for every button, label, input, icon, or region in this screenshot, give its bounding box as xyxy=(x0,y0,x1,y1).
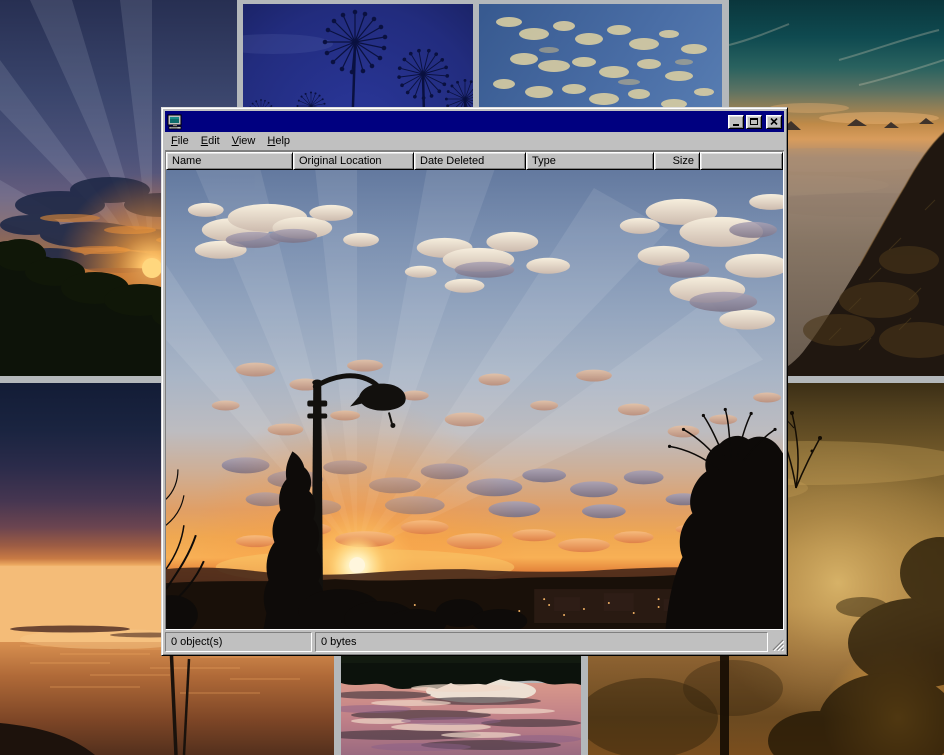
column-header-type[interactable]: Type xyxy=(526,152,654,170)
menu-view[interactable]: View xyxy=(226,133,262,150)
list-view-content[interactable] xyxy=(166,170,783,629)
column-header-name[interactable]: Name xyxy=(166,152,293,170)
status-object-count: 0 object(s) xyxy=(165,632,312,652)
status-bar: 0 object(s) 0 bytes xyxy=(165,630,784,652)
column-header-size[interactable]: Size xyxy=(654,152,700,170)
resize-grip[interactable] xyxy=(771,638,784,651)
minimize-button[interactable] xyxy=(728,115,744,129)
column-header-blank[interactable] xyxy=(700,152,783,170)
sunset-lamp-photo xyxy=(166,170,783,629)
maximize-icon xyxy=(750,118,758,125)
column-header-date-deleted[interactable]: Date Deleted xyxy=(414,152,526,170)
column-header-row: Name Original Location Date Deleted Type… xyxy=(166,152,783,170)
menu-file[interactable]: File xyxy=(165,133,195,150)
close-button[interactable] xyxy=(766,115,782,129)
recycle-bin-window: File Edit View Help Name Original Locati… xyxy=(161,107,788,656)
menu-edit[interactable]: Edit xyxy=(195,133,226,150)
maximize-button[interactable] xyxy=(746,115,762,129)
computer-icon xyxy=(167,114,183,130)
desktop: File Edit View Help Name Original Locati… xyxy=(0,0,944,755)
close-icon xyxy=(770,118,778,125)
titlebar[interactable] xyxy=(165,111,784,132)
status-size: 0 bytes xyxy=(315,632,768,652)
minimize-icon xyxy=(733,124,739,126)
menu-bar: File Edit View Help xyxy=(165,132,784,151)
column-header-original-location[interactable]: Original Location xyxy=(293,152,414,170)
file-list-area: Name Original Location Date Deleted Type… xyxy=(165,151,784,630)
menu-help[interactable]: Help xyxy=(261,133,296,150)
